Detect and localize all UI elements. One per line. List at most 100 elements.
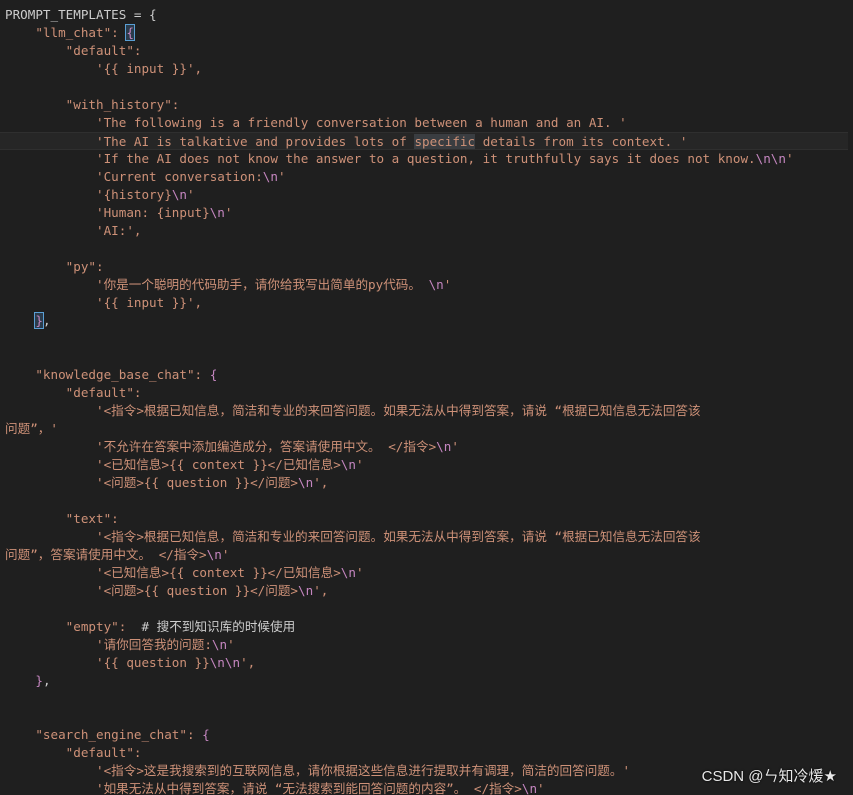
code-token: 'Current conversation:	[5, 169, 263, 184]
code-token: '<已知信息>{{ context }}</已知信息>	[5, 457, 341, 472]
code-token: '如果无法从中得到答案，请说 “无法搜索到能回答问题的内容”。 </指令>	[5, 781, 522, 795]
code-token: \n	[428, 277, 444, 292]
code-token: '<问题>{{ question }}</问题>	[5, 583, 299, 598]
code-token: '	[355, 457, 364, 472]
highlighted-word: specific	[414, 134, 476, 149]
code-token: ',	[240, 655, 256, 670]
code-line[interactable]: '{history}\n'	[0, 186, 853, 204]
code-token: \n	[298, 475, 314, 490]
code-token: "default":	[5, 43, 142, 58]
matched-bracket: }	[34, 312, 44, 329]
code-line[interactable]	[0, 492, 853, 510]
code-token: \n	[340, 457, 356, 472]
code-token: '{history}	[5, 187, 172, 202]
code-line[interactable]: "empty": # 搜不到知识库的时候使用	[0, 618, 853, 636]
code-line[interactable]: "default":	[0, 42, 853, 60]
matched-bracket: {	[125, 24, 135, 41]
code-line[interactable]: '请你回答我的问题:\n'	[0, 636, 853, 654]
code-token: '	[443, 277, 452, 292]
code-line[interactable]: 问题”，'	[0, 420, 853, 438]
code-token: 问题”，答案请使用中文。 </指令>	[5, 547, 207, 562]
code-line[interactable]: '{{ question }}\n\n',	[0, 654, 853, 672]
code-token: \n	[211, 637, 228, 652]
code-line[interactable]: "default":	[0, 384, 853, 402]
code-line[interactable]: '不允许在答案中添加编造成分，答案请使用中文。 </指令>\n'	[0, 438, 853, 456]
code-token: '<已知信息>{{ context }}</已知信息>	[5, 565, 341, 580]
code-token: \n\n	[209, 655, 241, 670]
code-token: {	[202, 727, 210, 742]
code-line[interactable]: '<问题>{{ question }}</问题>\n',	[0, 582, 853, 600]
code-line[interactable]: "text":	[0, 510, 853, 528]
code-token: \n	[171, 187, 187, 202]
code-token: ',	[313, 583, 329, 598]
code-line[interactable]: },	[0, 672, 853, 690]
code-line[interactable]: 'Human: {input}\n'	[0, 204, 853, 222]
code-editor[interactable]: PROMPT_TEMPLATES = { "llm_chat": { "defa…	[0, 0, 853, 795]
code-line[interactable]: 问题”，答案请使用中文。 </指令>\n'	[0, 546, 853, 564]
code-token: '	[221, 547, 230, 562]
code-line[interactable]: '{{ input }}',	[0, 60, 853, 78]
code-line[interactable]: 'Current conversation:\n'	[0, 168, 853, 186]
code-token: '	[537, 781, 545, 795]
code-line[interactable]: },	[0, 312, 853, 330]
code-token: "llm_chat":	[5, 25, 127, 40]
code-token: '<指令>根据已知信息，简洁和专业的来回答问题。如果无法从中得到答案，请说 “根…	[5, 529, 701, 544]
code-token: '<指令>这是我搜索到的互联网信息，请你根据这些信息进行提取并有调理，简洁的回答…	[5, 763, 631, 778]
code-line[interactable]: '<问题>{{ question }}</问题>\n',	[0, 474, 853, 492]
code-token: '	[224, 205, 233, 220]
code-token: '{{ input }}',	[5, 295, 203, 310]
code-token: 问题”，'	[5, 421, 58, 436]
code-token: \n	[209, 205, 225, 220]
code-line[interactable]: "llm_chat": {	[0, 24, 853, 42]
code-line[interactable]: '<指令>根据已知信息，简洁和专业的来回答问题。如果无法从中得到答案，请说 “根…	[0, 528, 853, 546]
code-token: 'If the AI does not know the answer to a…	[5, 151, 756, 166]
code-line[interactable]: '你是一个聪明的代码助手，请你给我写出简单的py代码。 \n'	[0, 276, 853, 294]
code-token: "with_history":	[5, 97, 180, 112]
code-token: ,	[42, 673, 51, 688]
code-line[interactable]: "knowledge_base_chat": {	[0, 366, 853, 384]
code-line[interactable]: '{{ input }}',	[0, 294, 853, 312]
code-line[interactable]: "search_engine_chat": {	[0, 726, 853, 744]
code-line[interactable]: 'AI:',	[0, 222, 853, 240]
code-line[interactable]: '<已知信息>{{ context }}</已知信息>\n'	[0, 564, 853, 582]
code-token: 'AI:',	[5, 223, 142, 238]
code-line[interactable]	[0, 348, 853, 366]
code-token: '	[785, 151, 794, 166]
code-line[interactable]	[0, 330, 853, 348]
code-token: \n\n	[755, 151, 786, 166]
code-token: "text":	[5, 511, 119, 526]
code-line[interactable]: '<已知信息>{{ context }}</已知信息>\n'	[0, 456, 853, 474]
code-token: \n	[521, 781, 538, 795]
code-line[interactable]	[0, 600, 853, 618]
code-token: 'Human: {input}	[5, 205, 210, 220]
code-line[interactable]	[0, 240, 853, 258]
code-token: \n	[298, 583, 314, 598]
code-token: '	[451, 439, 459, 454]
code-token: }	[35, 673, 43, 688]
code-token: '{{ question }}	[5, 655, 210, 670]
code-line[interactable]	[0, 690, 853, 708]
code-token: \n	[340, 565, 356, 580]
csdn-watermark: CSDN @ㄣ知冷煖★	[701, 768, 837, 785]
code-token: '<指令>根据已知信息，简洁和专业的来回答问题。如果无法从中得到答案，请说 “根…	[5, 403, 701, 418]
code-token: "default":	[5, 385, 142, 400]
code-token: ',	[313, 475, 329, 490]
code-line[interactable]: "with_history":	[0, 96, 853, 114]
code-line[interactable]: 'If the AI does not know the answer to a…	[0, 150, 853, 168]
code-token: '<问题>{{ question }}</问题>	[5, 475, 299, 490]
code-token: \n	[436, 439, 452, 454]
code-token: '不允许在答案中添加编造成分，答案请使用中文。 </指令>	[5, 439, 437, 454]
code-token: details from its context. '	[475, 134, 688, 149]
code-token: "search_engine_chat":	[5, 727, 203, 742]
code-line[interactable]	[0, 708, 853, 726]
code-line[interactable]: "py":	[0, 258, 853, 276]
code-token: '请你回答我的问题:	[5, 637, 212, 652]
code-line-current[interactable]: 'The AI is talkative and provides lots o…	[0, 132, 848, 150]
code-line[interactable]: "default":	[0, 744, 853, 762]
code-line[interactable]: 'The following is a friendly conversatio…	[0, 114, 853, 132]
code-line[interactable]: PROMPT_TEMPLATES = {	[0, 6, 853, 24]
code-token: '	[355, 565, 364, 580]
code-line[interactable]: '<指令>根据已知信息，简洁和专业的来回答问题。如果无法从中得到答案，请说 “根…	[0, 402, 853, 420]
code-line[interactable]	[0, 78, 853, 96]
